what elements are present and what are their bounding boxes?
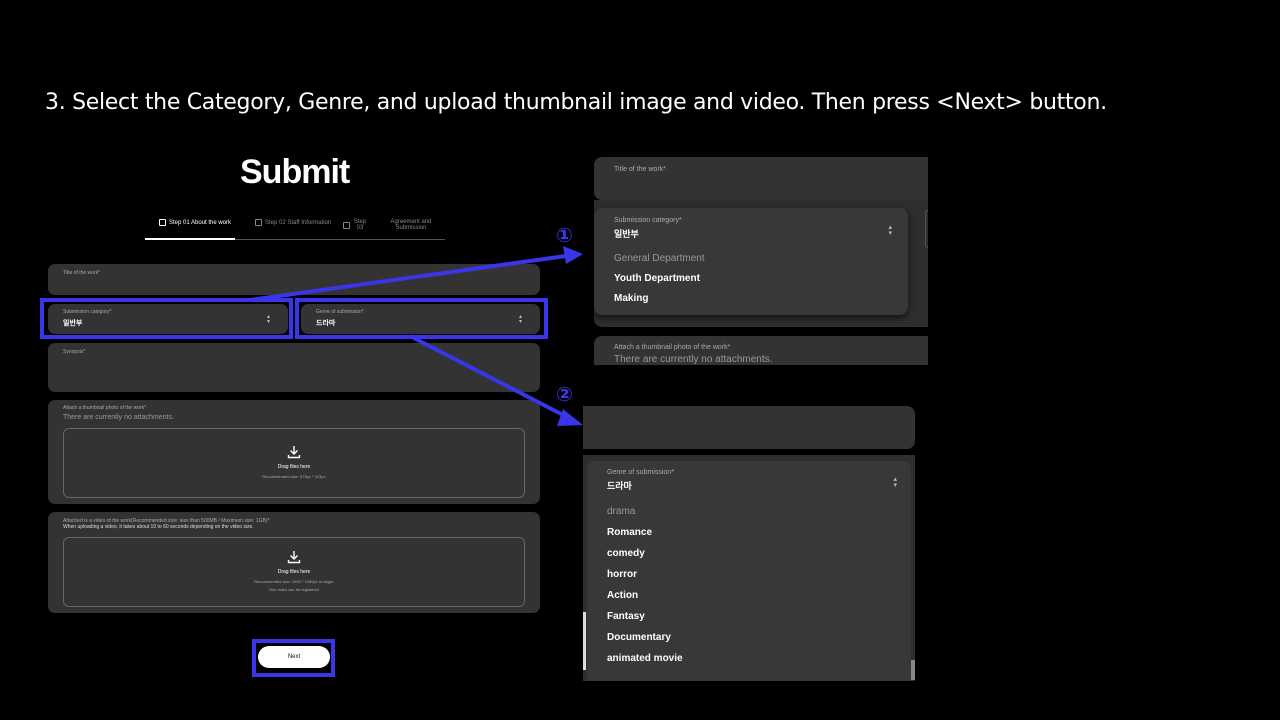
- zoom-title-field[interactable]: Title of the work*: [594, 157, 928, 200]
- thumbnail-upload-card: Attach a thumbnail photo of the work* Th…: [48, 400, 540, 504]
- thumbnail-drag-text: Drag files here: [277, 464, 311, 470]
- synopsis-field-label: Synopsis*: [63, 349, 86, 355]
- arrow-head-2: [557, 409, 583, 426]
- option-general-department[interactable]: General Department: [614, 253, 705, 264]
- option-comedy[interactable]: comedy: [607, 548, 645, 559]
- zoom-thumbnail-empty: There are currently no attachments.: [614, 354, 773, 365]
- download-icon: [287, 446, 301, 459]
- category-highlight-box: [40, 298, 293, 339]
- check-icon: [343, 221, 350, 229]
- zoom-thumbnail-label: Attach a thumbnail photo of the work*: [614, 344, 731, 351]
- option-fantasy[interactable]: Fantasy: [607, 611, 645, 622]
- callout-number-2: ②: [556, 382, 573, 406]
- step-3-tab[interactable]: Step 03: [343, 219, 367, 231]
- step-4-label: Agreement and Submission: [390, 219, 432, 231]
- option-romance[interactable]: Romance: [607, 527, 652, 538]
- video-dropzone[interactable]: Drag files here Recommended size: 1920 *…: [63, 537, 525, 607]
- document-icon: [159, 219, 166, 226]
- zoom-genre-value: 드라마: [607, 481, 632, 491]
- zoom-thumbnail-card: Attach a thumbnail photo of the work* Th…: [594, 336, 928, 365]
- genre-highlight-box: [295, 298, 548, 339]
- option-making[interactable]: Making: [614, 293, 648, 304]
- video-drag-text: Drag files here: [277, 569, 311, 575]
- title-field-label: Title of the work*: [63, 270, 101, 276]
- option-animated-movie[interactable]: animated movie: [607, 653, 683, 664]
- step-1-label: Step 01 About the work: [169, 219, 232, 226]
- thumbnail-recommended-size: Recommended size: 575px * 323px: [262, 474, 326, 479]
- people-icon: [255, 219, 262, 226]
- select-arrows-icon: ▴ ▾: [893, 476, 897, 489]
- step-4-tab[interactable]: Agreement and Submission: [389, 219, 433, 231]
- zoom-category-dropdown[interactable]: Submission category* 일반부 ▴ ▾ General Depa…: [594, 208, 908, 315]
- synopsis-field[interactable]: Synopsis*: [48, 343, 540, 392]
- step-1-tab[interactable]: Step 01 About the work: [159, 219, 231, 226]
- option-documentary[interactable]: Documentary: [607, 632, 671, 643]
- option-action[interactable]: Action: [607, 590, 638, 601]
- zoom-category-value: 일반부: [614, 229, 639, 239]
- instruction-text: 3. Select the Category, Genre, and uploa…: [45, 90, 1107, 115]
- option-drama[interactable]: drama: [607, 506, 635, 517]
- zoom-genre-edge: [925, 210, 928, 248]
- step-3-label: Step 03: [353, 219, 367, 231]
- active-step-indicator: [145, 238, 235, 240]
- option-horror[interactable]: horror: [607, 569, 637, 580]
- download-icon: [287, 551, 301, 564]
- step-navigation: Step 01 About the work Step 02 Staff Inf…: [145, 214, 445, 240]
- zoom-category-label: Submission category*: [614, 217, 682, 224]
- step-2-label: Step 02 Staff Information: [265, 219, 332, 226]
- callout-number-1: ①: [556, 223, 573, 247]
- step-2-tab[interactable]: Step 02 Staff Information: [255, 219, 331, 226]
- arrow-head-1: [563, 246, 583, 264]
- next-button[interactable]: Next: [258, 646, 330, 668]
- video-note: When uploading a video, it takes about 1…: [63, 524, 254, 530]
- zoom-genre-label: Genre of submission*: [607, 469, 674, 476]
- title-field[interactable]: Title of the work*: [48, 264, 540, 295]
- select-arrows-icon: ▴ ▾: [888, 224, 892, 237]
- video-recommended-size: Recommended size: 1920 * 1080px or large…: [254, 579, 334, 584]
- zoom-genre-dropdown[interactable]: Genre of submission* 드라마 ▴ ▾ drama Romanc…: [587, 461, 911, 681]
- video-limit-text: One video can be registered: [268, 587, 320, 592]
- zoom-title-label: Title of the work*: [614, 166, 666, 173]
- page-title: Submit: [240, 153, 350, 191]
- zoom-synopsis-field[interactable]: [583, 406, 915, 449]
- thumbnail-label: Attach a thumbnail photo of the work*: [63, 405, 147, 411]
- thumbnail-dropzone[interactable]: Drag files here Recommended size: 575px …: [63, 428, 525, 498]
- video-upload-card: Attached is a video of the work(Recommen…: [48, 512, 540, 613]
- zoom-edge-strip: [583, 612, 586, 670]
- option-youth-department[interactable]: Youth Department: [614, 273, 700, 284]
- thumbnail-empty-text: There are currently no attachments.: [63, 414, 174, 421]
